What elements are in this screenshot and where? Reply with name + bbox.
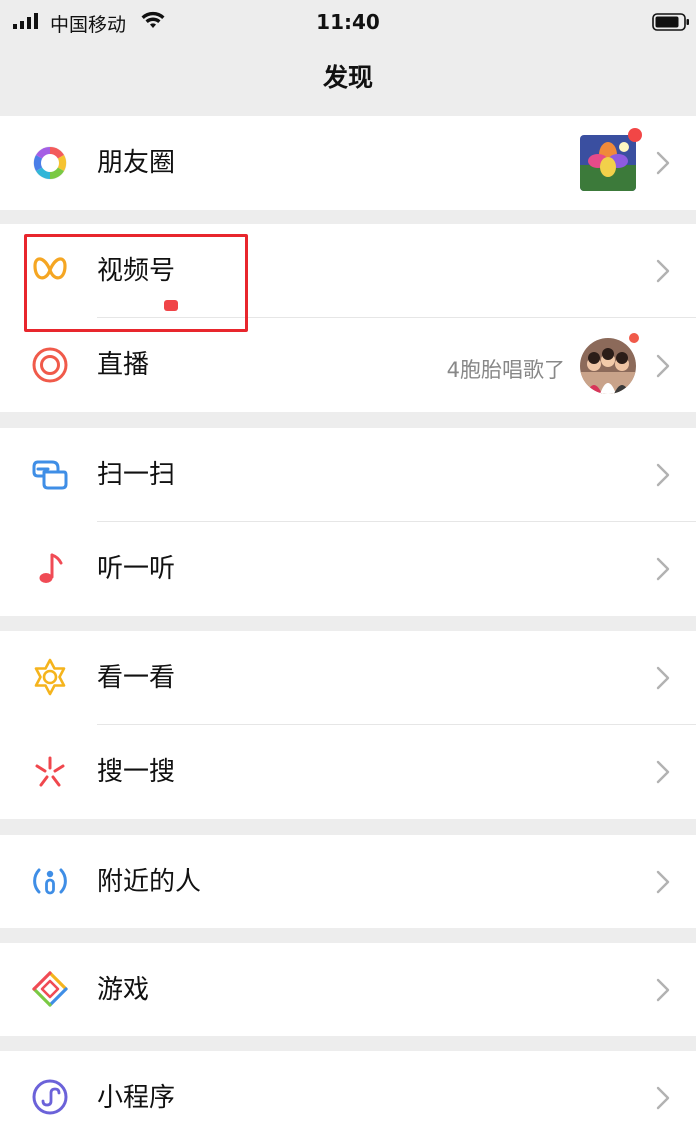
- chevron-right-icon: [656, 259, 670, 283]
- chevron-right-icon: [656, 666, 670, 690]
- moments-label: 朋友圈: [97, 148, 176, 178]
- music-note-icon: [39, 553, 63, 583]
- live-icon: [32, 347, 68, 383]
- menu-item-games[interactable]: 游戏: [0, 943, 696, 1036]
- search-star-icon: [35, 756, 65, 787]
- nearby-label: 附近的人: [97, 867, 202, 897]
- status-bar: 中国移动 11:40: [0, 0, 696, 44]
- mini-programs-label: 小程序: [97, 1083, 176, 1113]
- chevron-right-icon: [656, 463, 670, 487]
- highlight-box: [24, 234, 248, 332]
- menu-item-look[interactable]: 看一看: [0, 631, 696, 724]
- menu-item-search[interactable]: 搜一搜: [0, 725, 696, 819]
- chevron-right-icon: [656, 557, 670, 581]
- chevron-right-icon: [656, 151, 670, 175]
- menu-item-scan[interactable]: 扫一扫: [0, 428, 696, 521]
- live-indicator-icon: [626, 330, 642, 346]
- chevron-right-icon: [656, 354, 670, 378]
- moments-camera-icon: [33, 146, 67, 180]
- menu-item-listen[interactable]: 听一听: [0, 522, 696, 616]
- chevron-right-icon: [656, 978, 670, 1002]
- listen-label: 听一听: [97, 554, 176, 584]
- page-title: 发现: [322, 63, 373, 92]
- highlight-marker: [164, 300, 178, 311]
- nearby-people-icon: [33, 868, 67, 895]
- live-subtitle: 4胞胎唱歌了: [446, 358, 565, 382]
- scan-icon: [32, 460, 68, 490]
- mini-program-icon: [32, 1079, 68, 1115]
- menu-item-mini-programs[interactable]: 小程序: [0, 1051, 696, 1144]
- search-label: 搜一搜: [97, 757, 176, 787]
- clock: 11:40: [316, 10, 380, 34]
- chevron-right-icon: [656, 870, 670, 894]
- moments-thumbnail: [580, 135, 636, 191]
- moments-unread-badge: [628, 128, 642, 142]
- games-icon: [32, 971, 68, 1007]
- games-label: 游戏: [97, 975, 150, 1005]
- live-label: 直播: [97, 350, 150, 380]
- look-icon: [34, 658, 66, 696]
- live-avatar: [580, 338, 636, 394]
- scan-label: 扫一扫: [97, 460, 176, 490]
- look-label: 看一看: [97, 663, 176, 693]
- chevron-right-icon: [656, 1086, 670, 1110]
- chevron-right-icon: [656, 760, 670, 784]
- menu-item-nearby[interactable]: 附近的人: [0, 835, 696, 928]
- battery-icon: [652, 13, 689, 31]
